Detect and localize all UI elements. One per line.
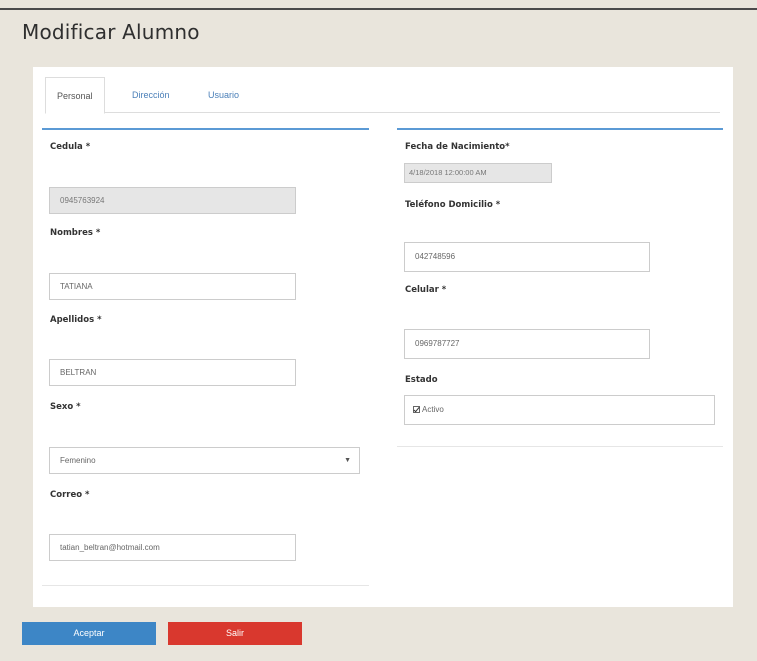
sexo-selected-value: Femenino	[60, 456, 96, 465]
left-column-rule	[42, 128, 369, 130]
telefono-input[interactable]: 042748596	[404, 242, 650, 272]
top-divider	[0, 8, 757, 10]
estado-checkbox[interactable]	[413, 406, 420, 413]
estado-label: Estado	[405, 375, 438, 385]
fecha-input[interactable]: 4/18/2018 12:00:00 AM	[404, 163, 552, 183]
accept-button[interactable]: Aceptar	[22, 622, 156, 645]
page-title: Modificar Alumno	[22, 20, 200, 44]
form-panel: Personal Dirección Usuario Cedula * 0945…	[33, 67, 733, 607]
right-column-rule	[397, 128, 723, 130]
cedula-label: Cedula *	[50, 142, 91, 152]
sexo-label: Sexo *	[50, 402, 81, 412]
dropdown-arrow-icon: ▼	[344, 457, 351, 464]
celular-label: Celular *	[405, 285, 447, 295]
sexo-select[interactable]: Femenino ▼	[49, 447, 360, 474]
tab-bar: Personal Dirección Usuario	[45, 77, 720, 114]
correo-label: Correo *	[50, 490, 90, 500]
left-column-bottom-rule	[42, 585, 369, 586]
nombres-input[interactable]: TATIANA	[49, 273, 296, 300]
tab-usuario[interactable]: Usuario	[197, 77, 250, 113]
tab-personal[interactable]: Personal	[45, 77, 105, 114]
tab-direccion[interactable]: Dirección	[121, 77, 181, 113]
correo-input[interactable]: tatian_beltran@hotmail.com	[49, 534, 296, 561]
estado-option-label: Activo	[422, 405, 444, 414]
right-column-bottom-rule	[397, 446, 723, 447]
nombres-label: Nombres *	[50, 228, 101, 238]
telefono-label: Teléfono Domicilio *	[405, 200, 501, 210]
fecha-label: Fecha de Nacimiento*	[405, 142, 510, 152]
celular-input[interactable]: 0969787727	[404, 329, 650, 359]
exit-button[interactable]: Salir	[168, 622, 302, 645]
estado-field: Activo	[404, 395, 715, 425]
apellidos-label: Apellidos *	[50, 315, 102, 325]
apellidos-input[interactable]: BELTRAN	[49, 359, 296, 386]
cedula-input[interactable]: 0945763924	[49, 187, 296, 214]
